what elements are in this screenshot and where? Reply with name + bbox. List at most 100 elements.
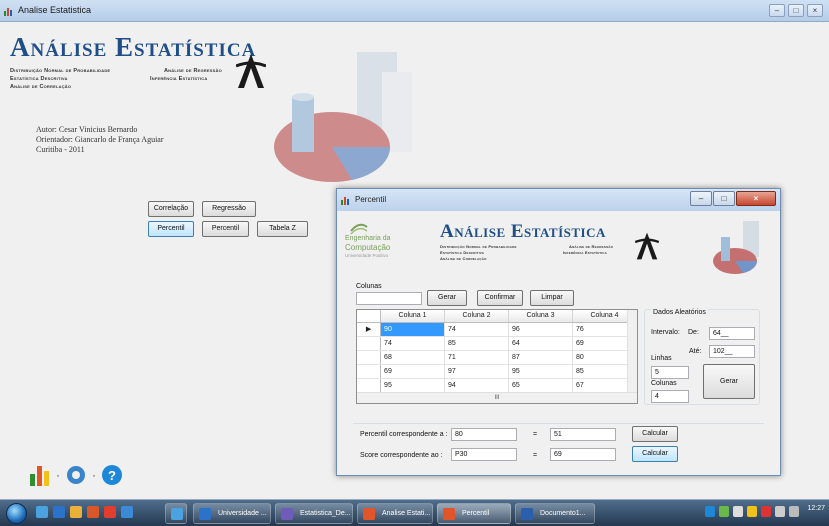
bar-chart-icon[interactable]	[28, 462, 52, 488]
uni-logo-line2: Computação	[345, 243, 391, 252]
taskbar-item-analise[interactable]: Analise Estati...	[357, 503, 433, 524]
grid-cell[interactable]: 74	[380, 336, 446, 351]
row-header[interactable]	[357, 336, 382, 351]
taskbar-item-universidade[interactable]: Universidade ...	[193, 503, 271, 524]
row-header[interactable]	[357, 364, 382, 379]
calcular-score-button[interactable]: Calcular	[632, 446, 678, 462]
minimize-button[interactable]: –	[769, 4, 785, 17]
colunas-random-label: Colunas	[651, 380, 677, 387]
window-title: Analise Estatistica	[18, 5, 92, 15]
table-row[interactable]: 74 85 64 69	[357, 336, 637, 351]
subtitle-left-2: Estatística Descritiva	[10, 76, 68, 82]
correlacao-button[interactable]: Correlação	[148, 201, 194, 217]
taskbar-item-label: Estatistica_De...	[300, 510, 351, 517]
grid-header-coluna-3[interactable]: Coluna 3	[508, 310, 573, 323]
quicklaunch-ie-icon[interactable]	[53, 506, 65, 518]
grid-cell[interactable]: 74	[444, 322, 510, 337]
percentil-result[interactable]: 51	[550, 428, 616, 441]
quicklaunch-app-icon[interactable]	[121, 506, 133, 518]
grid-cell[interactable]: 71	[444, 350, 510, 365]
chart-app-icon	[443, 508, 455, 520]
taskbar-app-icon[interactable]	[165, 503, 187, 524]
colunas-random-input[interactable]: 4	[651, 390, 689, 403]
table-row[interactable]: 68 71 87 80	[357, 350, 637, 365]
ate-input[interactable]: 102__	[709, 345, 755, 358]
grid-cell[interactable]: 90	[380, 322, 446, 337]
grid-cell[interactable]: 87	[508, 350, 573, 365]
tray-signal-icon[interactable]	[775, 506, 785, 517]
quicklaunch-explorer-icon[interactable]	[36, 506, 48, 518]
score-result[interactable]: 69	[550, 448, 616, 461]
grid-cell[interactable]: 65	[508, 378, 573, 393]
start-button[interactable]	[6, 503, 27, 524]
maximize-button[interactable]: □	[788, 4, 804, 17]
percentil-dialog[interactable]: Percentil – □ × Engenharia da Computação…	[336, 188, 781, 476]
close-button[interactable]: ×	[807, 4, 823, 17]
limpar-button[interactable]: Limpar	[530, 290, 574, 306]
grid-cell[interactable]: 68	[380, 350, 446, 365]
quicklaunch-chrome-icon[interactable]	[104, 506, 116, 518]
subtitle-left-3: Análise de Correlação	[10, 84, 72, 90]
de-input[interactable]: 64__	[709, 327, 755, 340]
grid-cell[interactable]: 85	[444, 336, 510, 351]
grid-cell[interactable]: 64	[508, 336, 573, 351]
quicklaunch-folder-icon[interactable]	[70, 506, 82, 518]
dialog-logo-title: Análise Estatística	[440, 221, 606, 242]
tray-volume-icon[interactable]	[789, 506, 799, 517]
taskbar-item-label: Percentil	[462, 510, 490, 517]
row-header[interactable]	[357, 350, 382, 365]
grid-cell[interactable]: 95	[380, 378, 446, 393]
table-row[interactable]: ▶ 90 74 96 76	[357, 322, 637, 337]
row-header[interactable]	[357, 378, 382, 393]
main-title-bar[interactable]: Analise Estatistica – □ ×	[0, 0, 829, 22]
percentil-button-1[interactable]: Percentil	[148, 221, 194, 237]
grid-horizontal-scrollbar[interactable]: III	[357, 392, 637, 403]
gerar-random-button[interactable]: Gerar	[703, 364, 755, 399]
taskbar-clock[interactable]: 12:27	[807, 505, 825, 513]
tray-app-icon[interactable]	[719, 506, 729, 517]
linhas-input[interactable]: 5	[651, 366, 689, 379]
quicklaunch-media-icon[interactable]	[87, 506, 99, 518]
grid-cell[interactable]: 94	[444, 378, 510, 393]
grid-cell[interactable]: 97	[444, 364, 510, 379]
tray-security-icon[interactable]	[747, 506, 757, 517]
regressao-button[interactable]: Regressão	[202, 201, 256, 217]
grid-cell[interactable]: 95	[508, 364, 573, 379]
scroll-thumb-grip[interactable]: III	[494, 395, 499, 401]
taskbar-item-documento[interactable]: Documento1...	[515, 503, 595, 524]
taskbar-item-percentil[interactable]: Percentil	[437, 503, 511, 524]
help-icon[interactable]: ?	[100, 463, 124, 487]
calcular-percentil-button[interactable]: Calcular	[632, 426, 678, 442]
tabela-z-button[interactable]: Tabela Z	[257, 221, 308, 237]
chart-graphic-icon	[274, 52, 412, 182]
tray-alert-icon[interactable]	[761, 506, 771, 517]
table-row[interactable]: 69 97 95 85	[357, 364, 637, 379]
gerar-columns-button[interactable]: Gerar	[427, 290, 467, 306]
dialog-close-button[interactable]: ×	[736, 191, 776, 206]
taskbar-item-estatistica[interactable]: Estatistica_De...	[275, 503, 353, 524]
data-grid[interactable]: Coluna 1 Coluna 2 Coluna 3 Coluna 4 ▶ 90…	[356, 309, 638, 404]
tray-network-icon[interactable]	[705, 506, 715, 517]
app-logo-title: Análise Estatística	[10, 32, 257, 62]
taskbar-item-label: Documento1...	[540, 510, 586, 517]
separator-dot: ·	[56, 468, 60, 482]
tray-flag-icon[interactable]	[733, 506, 743, 517]
grid-header-coluna-2[interactable]: Coluna 2	[444, 310, 510, 323]
grid-vertical-scrollbar[interactable]	[627, 310, 637, 393]
grid-cell[interactable]: 96	[508, 322, 573, 337]
percentil-input[interactable]: 80	[451, 428, 517, 441]
colunas-input[interactable]	[356, 292, 422, 305]
confirmar-button[interactable]: Confirmar	[477, 290, 523, 306]
svg-text:?: ?	[108, 468, 116, 483]
taskbar-item-label: Universidade ...	[218, 510, 267, 517]
taskbar-windows-icon	[171, 508, 183, 520]
percentil-button-2[interactable]: Percentil	[202, 221, 249, 237]
grid-header-coluna-1[interactable]: Coluna 1	[380, 310, 446, 323]
dialog-minimize-button[interactable]: –	[690, 191, 712, 206]
table-row[interactable]: 95 94 65 67	[357, 378, 637, 393]
score-input[interactable]: P30	[451, 448, 517, 461]
settings-gear-icon[interactable]	[64, 463, 88, 487]
grid-cell[interactable]: 69	[380, 364, 446, 379]
dialog-maximize-button[interactable]: □	[713, 191, 735, 206]
dialog-title-bar[interactable]: Percentil – □ ×	[337, 189, 780, 211]
